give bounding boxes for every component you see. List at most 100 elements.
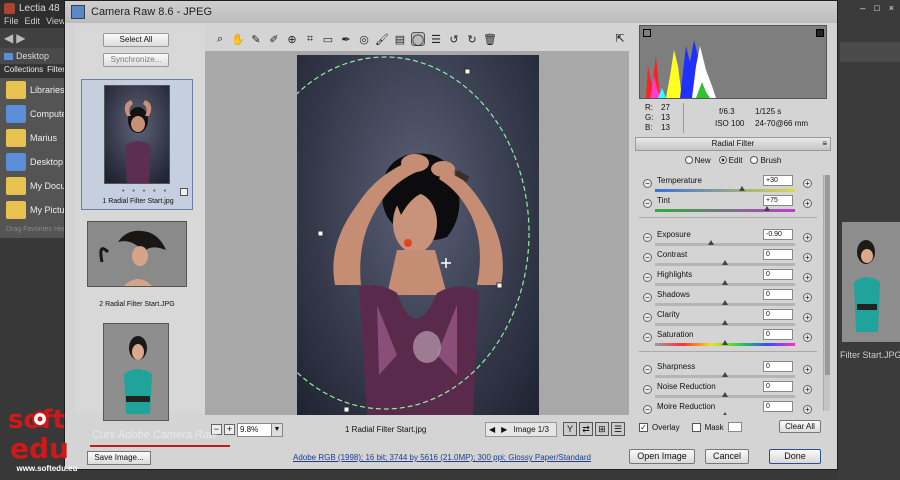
adjustment-brush-icon[interactable]: 🖌 — [375, 32, 389, 46]
white-balance-icon[interactable]: ✎ — [249, 32, 263, 46]
slider-thumb[interactable] — [764, 206, 770, 211]
slider-thumb[interactable] — [722, 260, 728, 265]
increase-icon[interactable]: + — [803, 273, 812, 282]
decrease-icon[interactable]: − — [643, 385, 652, 394]
slider-track[interactable] — [655, 189, 795, 192]
decrease-icon[interactable]: − — [643, 199, 652, 208]
menu-edit[interactable]: Edit — [25, 16, 41, 28]
highlight-clipping-icon[interactable] — [816, 29, 824, 37]
copy-settings-icon[interactable]: ⊞ — [595, 422, 609, 436]
slider-value-field[interactable]: 0 — [763, 309, 793, 320]
rotate-right-icon[interactable]: ↻ — [465, 32, 479, 46]
slider-thumb[interactable] — [738, 186, 745, 191]
rotate-left-icon[interactable]: ↺ — [447, 32, 461, 46]
panel-menu-icon[interactable]: ≡ — [822, 138, 827, 150]
increase-icon[interactable]: + — [803, 179, 812, 188]
menu-file[interactable]: File — [4, 16, 19, 28]
decrease-icon[interactable]: − — [643, 365, 652, 374]
hand-icon[interactable]: ✋ — [231, 32, 245, 46]
slider-thumb[interactable] — [722, 372, 728, 377]
mode-brush[interactable]: Brush — [750, 155, 781, 165]
slider-thumb[interactable] — [722, 392, 728, 397]
targeted-adjustment-icon[interactable]: ⊕ — [285, 32, 299, 46]
decrease-icon[interactable]: − — [643, 233, 652, 242]
open-image-button[interactable]: Open Image — [629, 449, 695, 464]
slider-value-field[interactable]: -0.90 — [763, 229, 793, 240]
favorite-documents[interactable]: My Documents — [0, 174, 70, 198]
favorite-desktop[interactable]: Desktop — [0, 150, 70, 174]
favorite-pictures[interactable]: My Pictures — [0, 198, 70, 222]
background-thumbnail[interactable] — [842, 222, 900, 342]
tab-filter[interactable]: Filter — [47, 65, 65, 78]
slider-thumb[interactable] — [722, 412, 728, 415]
increase-icon[interactable]: + — [803, 199, 812, 208]
slider-value-field[interactable]: 0 — [763, 401, 793, 412]
zoom-level-select[interactable]: 9.8% ▼ — [237, 423, 283, 437]
filmstrip-thumbnail-2[interactable]: 2 Radial Filter Start.JPG — [81, 217, 193, 317]
trash-icon[interactable]: 🗑 — [483, 32, 497, 46]
shadow-clipping-icon[interactable] — [643, 29, 651, 37]
slider-value-field[interactable]: +75 — [763, 195, 793, 206]
slider-value-field[interactable]: 0 — [763, 381, 793, 392]
slider-value-field[interactable]: 0 — [763, 361, 793, 372]
done-button[interactable]: Done — [769, 449, 821, 464]
synchronize-button[interactable]: Synchronize... — [103, 53, 169, 67]
slider-thumb[interactable] — [722, 340, 728, 345]
slider-value-field[interactable]: +30 — [763, 175, 793, 186]
spot-removal-icon[interactable]: ✒ — [339, 32, 353, 46]
forward-icon[interactable]: ▶ — [16, 31, 25, 45]
decrease-icon[interactable]: − — [643, 293, 652, 302]
increase-icon[interactable]: + — [803, 333, 812, 342]
mode-edit[interactable]: Edit — [718, 155, 742, 165]
maximize-button[interactable]: □ — [874, 3, 879, 13]
slider-thumb[interactable] — [722, 320, 728, 325]
cancel-button[interactable]: Cancel — [705, 449, 749, 464]
close-button[interactable]: × — [889, 3, 894, 13]
previous-image-icon[interactable]: ◀ — [489, 425, 495, 434]
mask-color-swatch[interactable] — [727, 422, 742, 432]
favorite-libraries[interactable]: Libraries — [0, 78, 70, 102]
decrease-icon[interactable]: − — [643, 273, 652, 282]
menu-view[interactable]: View — [46, 16, 65, 28]
decrease-icon[interactable]: − — [643, 313, 652, 322]
breadcrumb[interactable]: Desktop — [0, 48, 70, 64]
slider-thumb[interactable] — [722, 300, 728, 305]
slider-value-field[interactable]: 0 — [763, 289, 793, 300]
rating-dots[interactable]: • • • • • — [122, 188, 169, 195]
overlay-checkbox[interactable]: ✓ — [639, 422, 648, 432]
image-canvas[interactable] — [205, 51, 629, 415]
mask-checkbox[interactable] — [691, 422, 701, 432]
red-eye-icon[interactable]: ◎ — [357, 32, 371, 46]
minimize-button[interactable]: – — [860, 3, 865, 13]
scrollbar-thumb[interactable] — [825, 175, 830, 375]
select-all-button[interactable]: Select All — [103, 33, 169, 47]
decrease-icon[interactable]: − — [643, 179, 652, 188]
favorite-marius[interactable]: Marius — [0, 126, 70, 150]
decrease-icon[interactable]: − — [643, 405, 652, 414]
increase-icon[interactable]: + — [803, 385, 812, 394]
workflow-options-link[interactable]: Adobe RGB (1998); 16 bit; 3744 by 5616 (… — [293, 453, 591, 462]
before-after-y-icon[interactable]: Y — [563, 422, 577, 436]
back-icon[interactable]: ◀ — [4, 31, 13, 45]
filmstrip-thumbnail-1[interactable]: • • • • • 1 Radial Filter Start.jpg — [81, 79, 193, 210]
slider-value-field[interactable]: 0 — [763, 329, 793, 340]
color-sampler-icon[interactable]: ✐ — [267, 32, 281, 46]
increase-icon[interactable]: + — [803, 253, 812, 262]
slider-thumb[interactable] — [708, 240, 714, 245]
radial-filter-icon[interactable]: ◯ — [411, 32, 425, 46]
decrease-icon[interactable]: − — [643, 333, 652, 342]
slider-track[interactable] — [655, 243, 795, 246]
slider-value-field[interactable]: 0 — [763, 249, 793, 260]
straighten-icon[interactable]: ▭ — [321, 32, 335, 46]
crop-icon[interactable]: ⌗ — [303, 32, 317, 46]
before-after-swap-icon[interactable]: ⇄ — [579, 422, 593, 436]
toggle-fullscreen-icon[interactable]: ⇱ — [613, 32, 627, 46]
graduated-filter-icon[interactable]: ▤ — [393, 32, 407, 46]
mode-new[interactable]: New — [684, 155, 711, 165]
tab-collections[interactable]: Collections — [4, 65, 43, 78]
slider-thumb[interactable] — [722, 280, 728, 285]
increase-icon[interactable]: + — [803, 233, 812, 242]
panel-scrollbar[interactable] — [823, 175, 830, 411]
preferences-icon[interactable]: ☰ — [429, 32, 443, 46]
zoom-icon[interactable]: ⌕ — [213, 32, 227, 46]
